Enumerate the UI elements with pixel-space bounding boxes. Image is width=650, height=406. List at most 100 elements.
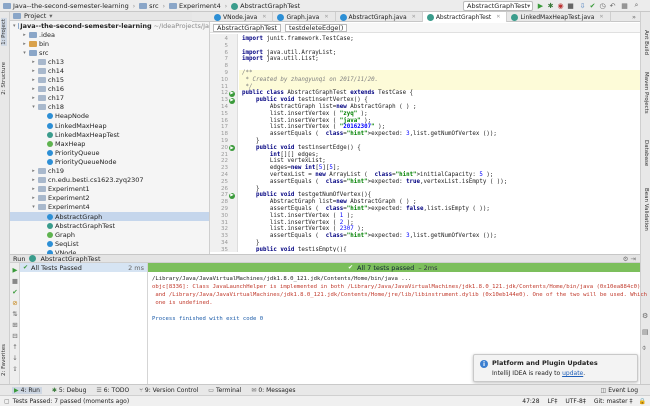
settings-icon[interactable]: ⚙ [642,312,648,320]
tree-item[interactable]: ▾ Java--the-second-semester-learning ~/Id… [10,21,209,30]
update-notification[interactable]: i Platform and Plugin Updates IntelliJ I… [473,354,638,382]
editor-tab[interactable]: Graph.java ✕ [273,12,336,22]
tree-toggle-icon[interactable]: ▸ [22,32,27,38]
tree-toggle-icon[interactable]: ▸ [31,168,36,174]
panel-settings-icon[interactable]: ⚙ ⇥ [623,255,636,263]
vcs-commit-icon[interactable]: ✔ [588,1,597,10]
tree-item[interactable]: ▸ .idea [10,30,209,39]
tree-item[interactable]: MaxHeap [10,139,209,148]
close-icon[interactable]: ✕ [496,14,500,20]
tree-item[interactable]: ▸ ch16 [10,85,209,94]
vcs-update-icon[interactable]: ⇩ [578,1,587,10]
tool-window-terminal[interactable]: ▭ Terminal [208,387,241,394]
tree-toggle-icon[interactable]: ▸ [31,68,36,74]
chevron-down-icon[interactable]: ▾ [49,12,52,20]
tree-item[interactable]: LinkedMaxHeapTest [10,130,209,139]
tree-item[interactable]: ▸ ch15 [10,76,209,85]
editor-tab[interactable]: AbstractGraphTest ✕ [422,12,508,22]
editor-tab[interactable]: LinkedMaxHeapTest.java ✕ [507,12,611,22]
tool-window-event-log[interactable]: ◫ Event Log [601,387,638,394]
tree-toggle-icon[interactable]: ▾ [31,104,36,110]
status-line-separator[interactable]: LF‡ [548,398,558,405]
tree-toggle-icon[interactable]: ▸ [31,59,36,65]
tree-toggle-icon[interactable]: ▸ [31,177,36,183]
tool-window-debug[interactable]: ✱ 5: Debug [52,387,87,394]
editor-tab[interactable]: AbstractGraph.java ✕ [336,12,423,22]
stop-icon[interactable]: ■ [566,1,575,10]
breadcrumb-method[interactable]: testdeleteEdge() [285,23,348,32]
collapse-all-icon[interactable]: ⊟ [11,332,19,340]
tree-item[interactable]: AbstractGraph [10,211,209,222]
tree-toggle-icon[interactable]: ▾ [22,50,27,56]
tree-item[interactable]: ▸ cn.edu.besti.cs1623.zyq2307 [10,176,209,185]
revert-icon[interactable]: ↶ [608,1,617,10]
tool-window-run[interactable]: ▶ 4: Run [12,386,42,394]
history-icon[interactable]: ◷ [598,1,607,10]
tool-window-vcs[interactable]: ⑂ 9: Version Control [139,387,198,394]
close-icon[interactable]: ✕ [599,14,603,20]
tree-item[interactable]: ▾ ch18 [10,103,209,112]
tree-toggle-icon[interactable]: ▸ [31,95,36,101]
tree-item[interactable]: AbstractGraphTest [10,221,209,230]
code-editor[interactable]: import junit.framework.TestCase; import j… [239,34,640,252]
run-test-icon[interactable]: ▶ [229,90,235,97]
tree-item[interactable]: ▸ Experiment2 [10,194,209,203]
tree-item[interactable]: Graph [10,230,209,239]
tool-tab-project[interactable]: 1: Project [1,18,7,46]
lock-icon[interactable]: 🔒 [639,398,646,405]
tree-item[interactable]: ▾ src [10,48,209,57]
run-test-icon[interactable]: ▶ [229,145,235,152]
tree-item[interactable]: ▸ ch19 [10,167,209,176]
tree-item[interactable]: LinkedMaxHeap [10,121,209,130]
status-encoding[interactable]: UTF-8‡ [565,398,586,405]
run-test-icon[interactable]: ▶ [229,192,235,199]
layout-icon[interactable]: ▤ [642,328,649,336]
tree-item[interactable]: ▸ bin [10,39,209,48]
tree-toggle-icon[interactable]: ▸ [31,77,36,83]
status-position[interactable]: 47:28 [522,398,539,405]
status-message[interactable]: Tests Passed: 7 passed (moments ago) [13,398,130,405]
search-icon[interactable]: ⌕ [632,1,641,10]
status-toggle-icon[interactable]: ▢ [4,398,10,405]
tree-item[interactable]: SeqList [10,239,209,248]
tool-tab-favorites[interactable]: 2: Favorites [1,344,7,376]
run-configuration-select[interactable]: AbstractGraphTest ▾ [463,1,533,11]
tree-toggle-icon[interactable]: ▸ [31,186,36,192]
tree-item[interactable]: ▸ ch13 [10,57,209,66]
tree-item[interactable]: PriorityQueue [10,148,209,157]
tree-item[interactable]: ▾ Experiment4 [10,203,209,212]
coverage-icon[interactable]: ◉ [556,1,565,10]
notification-update-link[interactable]: update [562,370,583,377]
tree-item[interactable]: ▸ ch17 [10,94,209,103]
up-icon[interactable]: ↑ [11,343,19,351]
tree-toggle-icon[interactable]: ▾ [31,204,36,210]
debug-icon[interactable]: ✱ [546,1,555,10]
expand-all-icon[interactable]: ⊞ [11,321,19,329]
check-icon[interactable]: ✔ [11,288,19,296]
nav-crumb-package[interactable]: Experiment4 [179,2,221,10]
run-test-icon[interactable]: ▶ [229,97,235,104]
project-panel-title[interactable]: Project [24,12,46,20]
run-panel-config[interactable]: AbstractGraphTest [40,255,100,263]
run-icon[interactable]: ▶ [536,1,545,10]
sort-icon[interactable]: ⇅ [11,310,19,318]
tree-toggle-icon[interactable]: ▸ [22,41,27,47]
tool-tab-database[interactable]: Database [643,140,649,166]
ignored-icon[interactable]: ⊘ [11,299,19,307]
tool-tab-bean-validation[interactable]: Bean Validation [643,188,649,231]
stop-icon[interactable]: ■ [11,277,19,285]
tree-toggle-icon[interactable]: ▸ [31,195,36,201]
tool-tab-maven[interactable]: Maven Projects [643,72,649,114]
tree-item[interactable]: HeapNode [10,112,209,121]
close-icon[interactable]: ✕ [262,14,266,20]
tree-item[interactable]: PriorityQueueNode [10,157,209,166]
test-tree-root[interactable]: ✔ All Tests Passed 2 ms [20,263,147,272]
nav-crumb-src[interactable]: src [149,2,159,10]
filter-icon[interactable]: ⌽ [642,344,646,353]
tab-overflow-icon[interactable]: » [632,13,636,21]
tree-toggle-icon[interactable]: ▸ [31,86,36,92]
nav-crumb-file[interactable]: AbstractGraphTest [240,2,300,10]
export-icon[interactable]: ⇪ [11,365,19,373]
tool-window-messages[interactable]: ✉ 0: Messages [251,387,295,394]
nav-crumb-project[interactable]: Java--the-second-semester-learning [13,2,129,10]
